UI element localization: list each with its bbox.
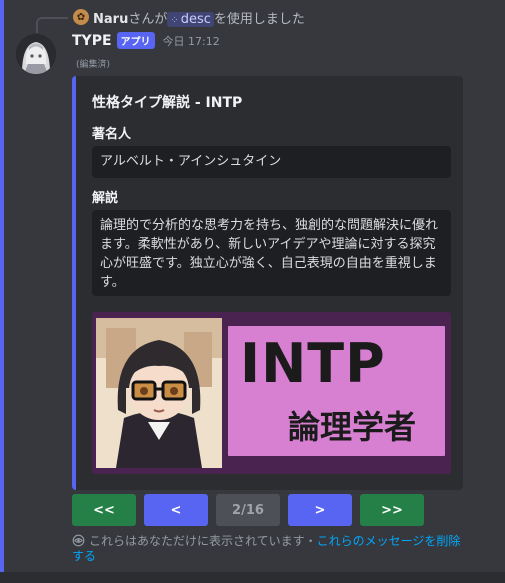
reply-username[interactable]: Naru	[93, 12, 128, 27]
flower-icon[interactable]: ✿	[73, 9, 89, 25]
embed-title: 性格タイプ解説 - INTP	[92, 95, 243, 111]
embed: 性格タイプ解説 - INTP 著名人 アルベルト・アインシュタイン 解説 論理的…	[72, 76, 463, 490]
command-name: desc	[180, 12, 211, 27]
field-value-description: 論理的で分析的な思考力を持ち、独創的な問題解決に優れます。柔軟性があり、新しいア…	[92, 210, 451, 296]
ephemeral-text: これらはあなただけに表示されています・	[89, 534, 317, 548]
highlight-bar	[0, 0, 4, 583]
first-page-button[interactable]: <<	[72, 494, 136, 526]
author-line: TYPE アプリ 今日 17:12	[72, 32, 220, 49]
field-value-famous: アルベルト・アインシュタイン	[92, 146, 451, 178]
character-illustration	[96, 318, 222, 468]
type-code-text: INTP	[240, 332, 386, 395]
reply-spine	[36, 17, 68, 33]
page-indicator-button: 2/16	[216, 494, 280, 526]
embed-image[interactable]: INTP 論理学者	[92, 312, 451, 474]
edited-indicator: (編集済)	[76, 60, 111, 70]
timestamp: 今日 17:12	[162, 34, 220, 48]
reply-text-pre: さんが	[128, 12, 168, 27]
field-name-description: 解説	[92, 191, 119, 206]
bottom-divider	[0, 572, 505, 583]
command-mention[interactable]: ⁘ desc	[167, 12, 214, 27]
avatar[interactable]	[16, 34, 56, 74]
reply-header[interactable]: Naruさんが ⁘ desc を使用しました	[93, 8, 305, 27]
last-page-button[interactable]: >>	[360, 494, 424, 526]
next-page-button[interactable]: >	[288, 494, 352, 526]
avatar-image	[16, 34, 56, 74]
author-name[interactable]: TYPE	[72, 33, 112, 49]
ephemeral-notice: これらはあなただけに表示されています・これらのメッセージを削除する	[72, 534, 472, 564]
type-name-text: 論理学者	[288, 408, 417, 446]
app-command-icon: ⁘	[170, 15, 179, 26]
type-label-panel: INTP 論理学者	[228, 326, 445, 456]
field-name-famous: 著名人	[92, 127, 132, 142]
app-badge: アプリ	[116, 32, 155, 49]
prev-page-button[interactable]: <	[144, 494, 208, 526]
eye-icon	[72, 534, 85, 547]
character-illustration-art	[96, 318, 222, 468]
reply-text-post: を使用しました	[213, 12, 305, 27]
